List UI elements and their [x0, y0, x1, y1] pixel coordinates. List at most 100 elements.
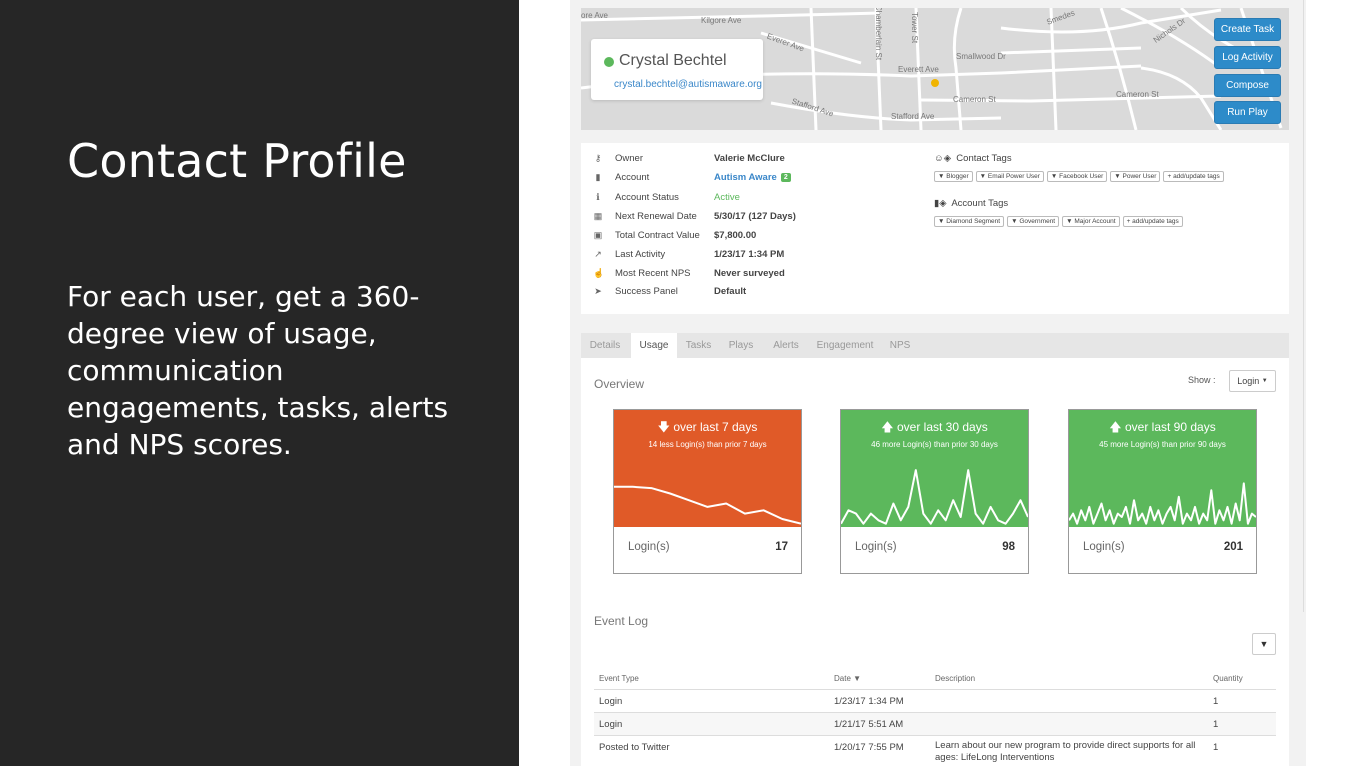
- tag-email-power-user[interactable]: ▼ Email Power User: [975, 171, 1044, 182]
- cell-quantity: 1: [1213, 719, 1219, 730]
- tag-facebook-user[interactable]: ▼ Facebook User: [1046, 171, 1108, 182]
- usage-card-7-days: 🡇 over last 7 days 14 less Login(s) than…: [613, 409, 802, 574]
- card-header: 🡇 over last 7 days 14 less Login(s) than…: [614, 410, 801, 527]
- trend-path: [614, 485, 801, 525]
- create-task-button[interactable]: Create Task: [1214, 18, 1281, 41]
- table-row[interactable]: Login 1/21/17 5:51 AM 1: [594, 712, 1276, 736]
- cell-event-type: Login: [599, 719, 623, 730]
- filter-button[interactable]: ▼: [1252, 633, 1276, 655]
- card-metric-value: 17: [775, 541, 788, 553]
- card-header: 🡅 over last 30 days 46 more Login(s) tha…: [841, 410, 1028, 527]
- cell-quantity: 1: [1213, 696, 1219, 707]
- street-label: Cameron St: [953, 95, 996, 104]
- field-value: 1/23/17 1:34 PM: [714, 249, 785, 260]
- line-chart-icon: ↗: [594, 249, 602, 259]
- tag-diamond-segment[interactable]: ▼ Diamond Segment: [934, 216, 1005, 227]
- street-label: ore Ave: [581, 11, 608, 20]
- contact-card: Crystal Bechtel crystal.bechtel@autismaw…: [591, 39, 763, 100]
- tab-plays[interactable]: Plays: [721, 333, 761, 358]
- table-row[interactable]: Login 1/23/17 1:34 PM 1: [594, 689, 1276, 713]
- field-label: Last Activity: [615, 249, 666, 260]
- show-select[interactable]: Login ▼: [1229, 370, 1276, 392]
- building-tags-icon: ▮◈: [934, 198, 947, 209]
- field-label: Account Status: [615, 192, 679, 203]
- arrow-up-icon: 🡅: [1109, 420, 1122, 434]
- field-label: Account: [615, 172, 650, 183]
- show-label: Show :: [1188, 375, 1216, 385]
- tab-tasks[interactable]: Tasks: [678, 333, 719, 358]
- trend-path: [1069, 482, 1256, 525]
- tab-alerts[interactable]: Alerts: [765, 333, 807, 358]
- info-icon: ℹ: [596, 192, 600, 202]
- cell-event-type: Posted to Twitter: [599, 742, 670, 753]
- table-row[interactable]: Posted to Twitter 1/20/17 7:55 PM Learn …: [594, 735, 1276, 767]
- run-play-button[interactable]: Run Play: [1214, 101, 1281, 124]
- card-heading: 🡇 over last 7 days: [657, 420, 758, 434]
- column-header-date[interactable]: Date ▼: [834, 674, 861, 683]
- tab-usage[interactable]: Usage: [631, 333, 677, 358]
- cell-date: 1/23/17 1:34 PM: [834, 696, 904, 707]
- account-link[interactable]: Autism Aware 2: [714, 172, 791, 183]
- field-value: Never surveyed: [714, 268, 785, 279]
- street-label: Kilgore Ave: [701, 16, 742, 25]
- field-label: Total Contract Value: [615, 230, 700, 241]
- contact-tags-title: Contact Tags: [956, 153, 1012, 164]
- tag-power-user[interactable]: ▼ Power User: [1110, 171, 1161, 182]
- add-contact-tags-button[interactable]: + add/update tags: [1163, 171, 1224, 182]
- cell-description: Learn about our new program to provide d…: [935, 740, 1196, 763]
- field-value: $7,800.00: [714, 230, 757, 241]
- profile-tabs: Details Usage Tasks Plays Alerts Engagem…: [581, 333, 1289, 358]
- card-metric-label: Login(s): [628, 541, 670, 553]
- field-label: Owner: [615, 153, 643, 164]
- tag-government[interactable]: ▼ Government: [1007, 216, 1060, 227]
- overview-title: Overview: [594, 377, 645, 391]
- column-header-description[interactable]: Description: [935, 674, 975, 683]
- calendar-icon: ▦: [593, 211, 603, 221]
- arrow-down-icon: 🡇: [657, 420, 670, 434]
- cell-quantity: 1: [1213, 742, 1219, 753]
- status-dot-icon: [604, 57, 614, 67]
- slide-panel: Contact Profile For each user, get a 360…: [0, 0, 519, 766]
- column-header-quantity[interactable]: Quantity: [1213, 674, 1243, 683]
- tab-details[interactable]: Details: [581, 333, 629, 358]
- card-metric-label: Login(s): [855, 541, 897, 553]
- contact-details: ⚷ Owner Valerie McClure ▮ Account Autism…: [581, 143, 1289, 314]
- field-label: Success Panel: [615, 286, 678, 297]
- caret-down-icon: ▼: [1261, 378, 1268, 384]
- money-icon: ▣: [593, 230, 603, 240]
- column-header-event-type[interactable]: Event Type: [599, 674, 639, 683]
- users-tags-icon: ☺◈: [934, 153, 952, 164]
- card-heading: 🡅 over last 90 days: [1109, 420, 1216, 434]
- cell-date: 1/20/17 7:55 PM: [834, 742, 904, 753]
- field-label: Most Recent NPS: [615, 268, 691, 279]
- tag-blogger[interactable]: ▼ Blogger: [934, 171, 973, 182]
- usage-card-30-days: 🡅 over last 30 days 46 more Login(s) tha…: [840, 409, 1029, 574]
- log-activity-button[interactable]: Log Activity: [1214, 46, 1281, 69]
- street-label: Tower St: [910, 11, 920, 44]
- card-subtitle: 46 more Login(s) than prior 30 days: [871, 440, 998, 449]
- tag-major-account[interactable]: ▼ Major Account: [1062, 216, 1120, 227]
- status-value: Active: [714, 192, 740, 203]
- street-label: Smallwood Dr: [956, 52, 1006, 61]
- app-scroll-edge: [1303, 0, 1304, 612]
- slide-description: For each user, get a 360-degree view of …: [67, 280, 449, 461]
- street-label: Cameron St: [1116, 90, 1159, 99]
- cell-date: 1/21/17 5:51 AM: [834, 719, 904, 730]
- street-label: Everett Ave: [898, 65, 939, 74]
- contact-email-link[interactable]: crystal.bechtel@autismaware.org: [614, 79, 762, 90]
- card-subtitle: 14 less Login(s) than prior 7 days: [648, 440, 767, 449]
- key-icon: ⚷: [594, 153, 602, 163]
- compose-button[interactable]: Compose: [1214, 74, 1281, 97]
- card-heading: 🡅 over last 30 days: [881, 420, 988, 434]
- account-tags-section: ▮◈ Account Tags ▼ Diamond Segment ▼ Gover…: [934, 198, 1186, 227]
- field-value: Valerie McClure: [714, 153, 785, 164]
- field-value: Default: [714, 286, 747, 297]
- tab-engagement[interactable]: Engagement: [811, 333, 879, 358]
- add-account-tags-button[interactable]: + add/update tags: [1122, 216, 1183, 227]
- account-tags-title: Account Tags: [951, 198, 1009, 209]
- arrow-up-icon: 🡅: [881, 420, 894, 434]
- tab-nps[interactable]: NPS: [883, 333, 917, 358]
- slide-title: Contact Profile: [67, 134, 407, 188]
- filter-icon: ▼: [1259, 639, 1269, 649]
- usage-card-90-days: 🡅 over last 90 days 45 more Login(s) tha…: [1068, 409, 1257, 574]
